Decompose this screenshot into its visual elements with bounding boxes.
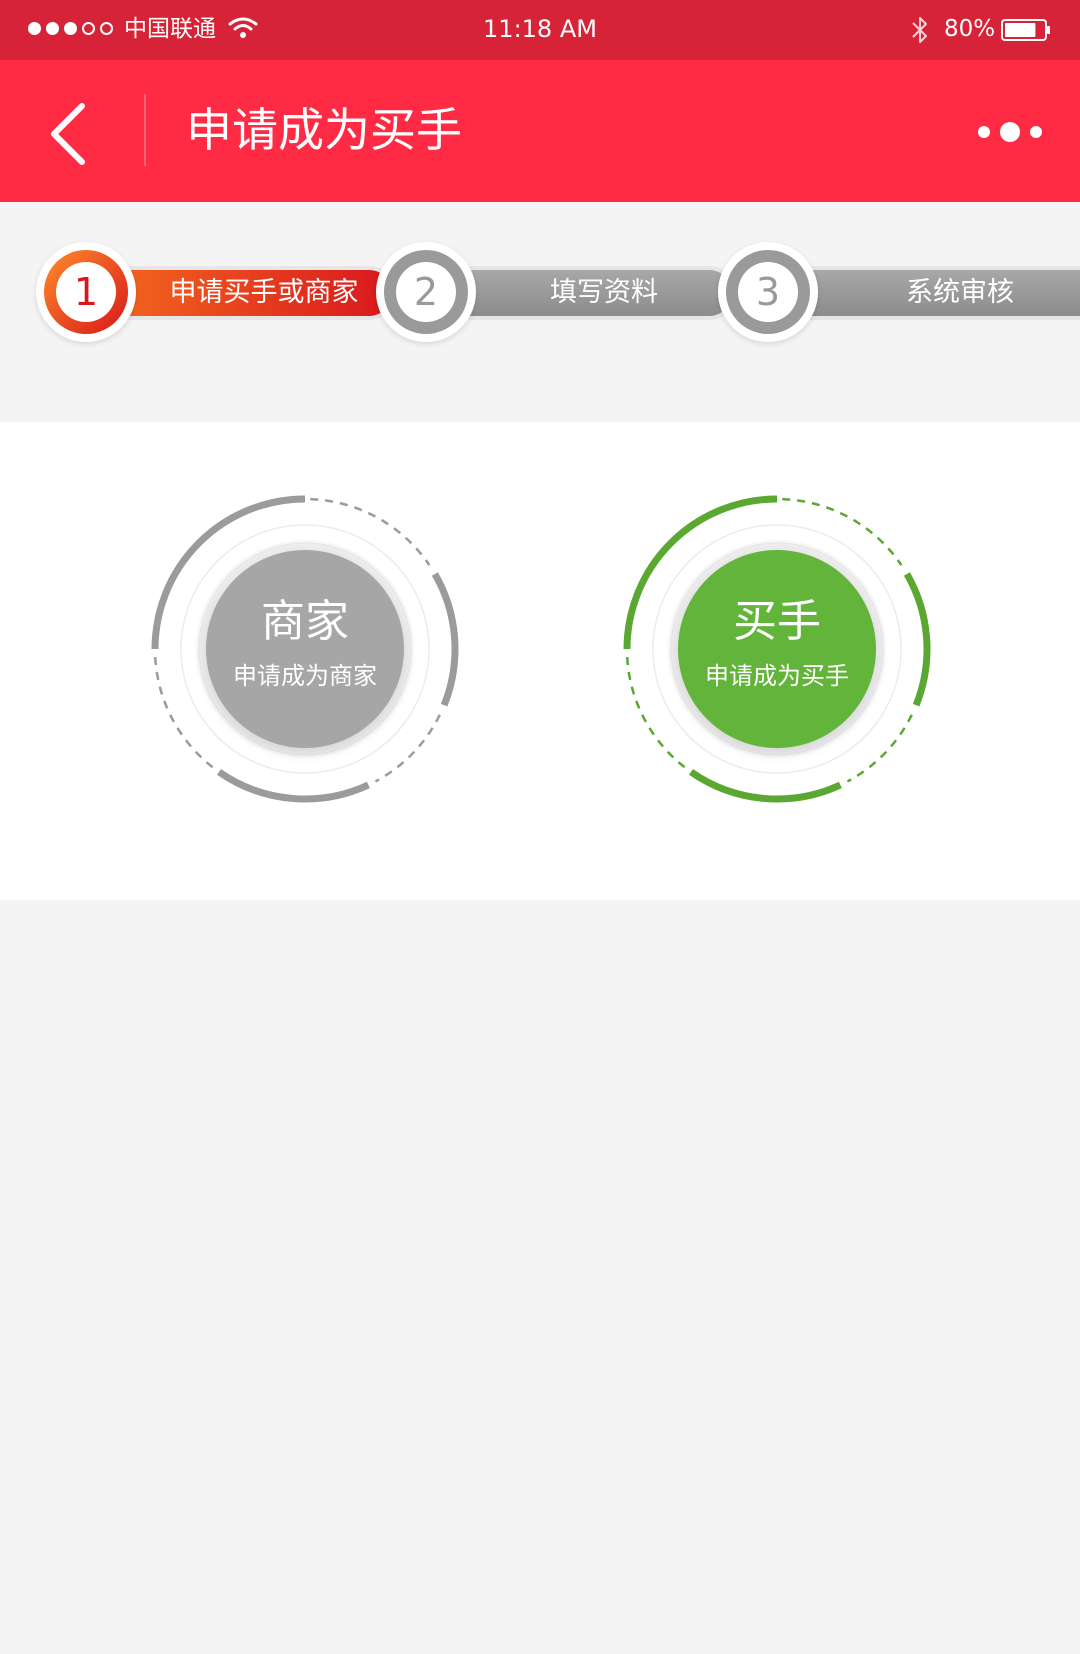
merchant-option-button[interactable]: 商家 申请成为商家 xyxy=(140,484,470,814)
ring-arc xyxy=(688,769,842,803)
back-button[interactable] xyxy=(40,98,100,168)
step-number: 1 xyxy=(56,262,116,322)
step-number: 3 xyxy=(738,262,798,322)
status-bar: 中国联通 11:18 AM 80% xyxy=(0,0,1080,60)
merchant-core: 商家 申请成为商家 xyxy=(206,550,404,748)
step-number-badge: 3 xyxy=(718,242,818,342)
step-label: 填写资料 xyxy=(436,266,736,320)
battery-percent: 80% xyxy=(944,16,996,42)
ring-dash xyxy=(846,714,913,783)
buyer-title: 买手 xyxy=(733,596,821,647)
nav-divider xyxy=(144,94,146,166)
more-button[interactable] xyxy=(972,112,1048,152)
step-number-badge: 1 xyxy=(36,242,136,342)
ring-arc xyxy=(903,572,931,707)
step-number-badge: 2 xyxy=(376,242,476,342)
buyer-core: 买手 申请成为买手 xyxy=(678,550,876,748)
nav-bar: 申请成为买手 xyxy=(0,60,1080,202)
buyer-subtitle: 申请成为买手 xyxy=(705,662,849,690)
merchant-title: 商家 xyxy=(261,596,349,647)
ring-arc xyxy=(431,572,459,707)
ring-dash xyxy=(374,714,441,783)
buyer-option-button[interactable]: 买手 申请成为买手 xyxy=(612,484,942,814)
merchant-subtitle: 申请成为商家 xyxy=(233,662,377,690)
more-dots-icon xyxy=(978,122,1042,142)
chevron-left-icon xyxy=(51,103,85,165)
step-number: 2 xyxy=(396,262,456,322)
ring-arc xyxy=(216,769,370,803)
progress-steps: 申请买手或商家 1 填写资料 2 系统审核 3 xyxy=(0,202,1080,422)
battery-icon xyxy=(1001,19,1050,41)
bluetooth-icon xyxy=(912,17,927,43)
role-choice-panel: 商家 申请成为商家 买手 申请成为买手 xyxy=(0,422,1080,900)
page-title: 申请成为买手 xyxy=(186,103,462,157)
step-label: 系统审核 xyxy=(778,266,1080,320)
step-label: 申请买手或商家 xyxy=(96,266,396,320)
